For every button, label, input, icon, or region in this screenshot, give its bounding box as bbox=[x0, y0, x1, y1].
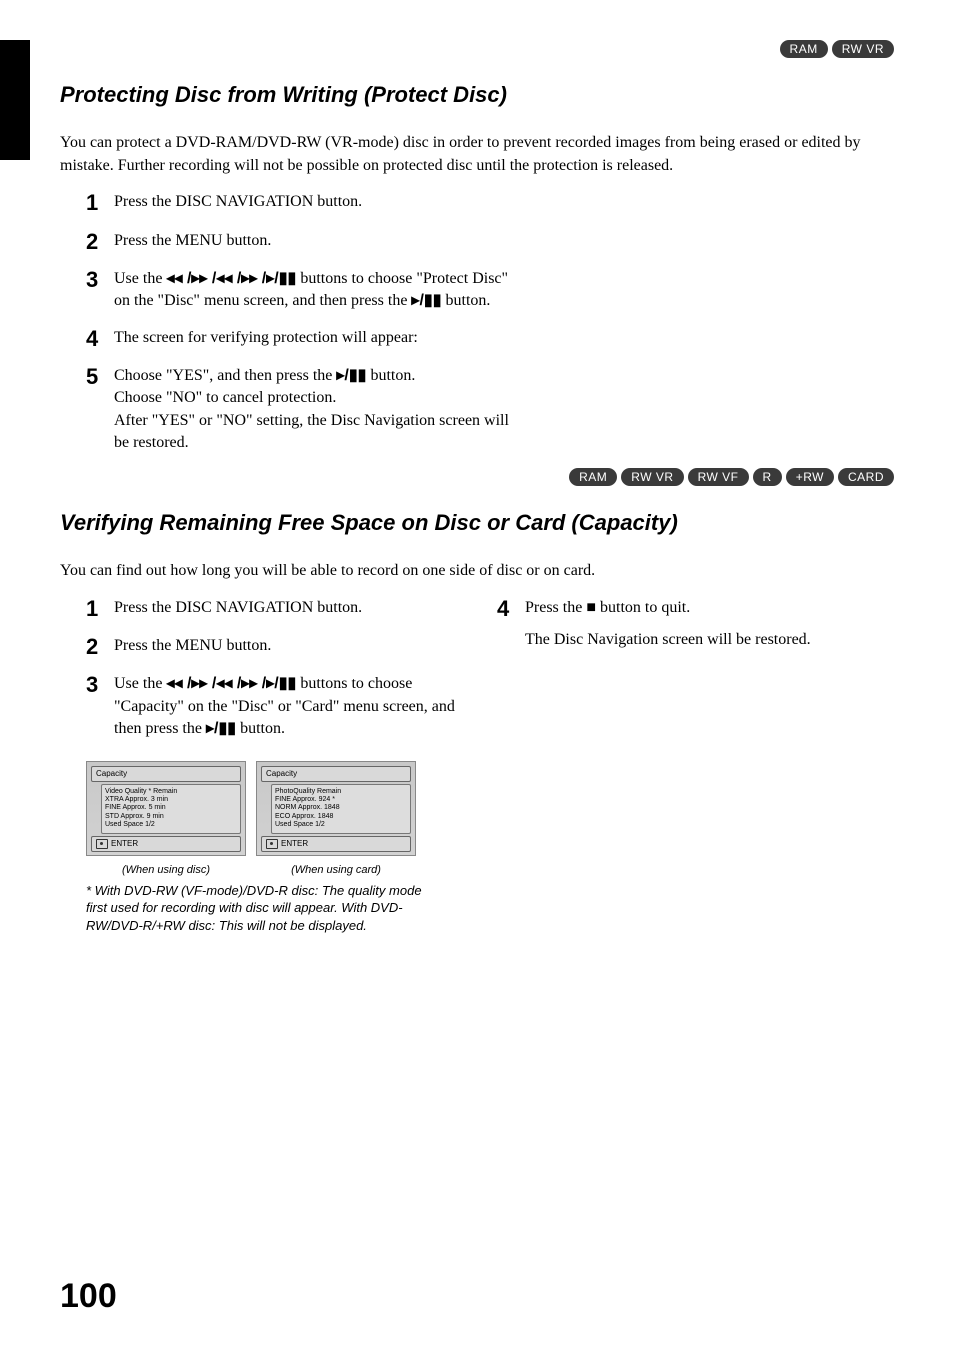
s2-step-2: 2 Press the MENU button. bbox=[86, 635, 457, 659]
mock1-label: (When using disc) bbox=[86, 864, 246, 876]
step-5c: Choose "NO" to cancel protection. bbox=[114, 389, 336, 406]
s2-step-num-3: 3 bbox=[86, 673, 114, 740]
nav-buttons-icon-2: ◂◂ /▸▸ /◂◂ /▸▸ /▸/▮▮ bbox=[166, 675, 296, 692]
mock1-enter: ENTER bbox=[111, 839, 138, 848]
step-3-body: Use the ◂◂ /▸▸ /◂◂ /▸▸ /▸/▮▮ buttons to … bbox=[114, 268, 516, 313]
caption-left: * With DVD-RW (VF-mode)/DVD-R disc: The … bbox=[86, 882, 446, 935]
badges-mid: RAM RW VR RW VF R +RW CARD bbox=[60, 468, 894, 486]
step-3c: button. bbox=[442, 292, 491, 309]
s2-step-4a: Press the bbox=[525, 599, 586, 616]
badge-r: R bbox=[753, 468, 782, 486]
s2-step-1: 1 Press the DISC NAVIGATION button. bbox=[86, 597, 457, 621]
stop-icon: ■ bbox=[586, 599, 596, 616]
section2-title: Verifying Remaining Free Space on Disc o… bbox=[60, 510, 894, 536]
mock-screens: Capacity Video Quality * Remain XTRA App… bbox=[86, 761, 457, 856]
badge-ram: RAM bbox=[780, 40, 828, 58]
step-2-body: Press the MENU button. bbox=[114, 230, 516, 254]
mock2-title: Capacity bbox=[261, 766, 411, 782]
s2-step-3: 3 Use the ◂◂ /▸▸ /◂◂ /▸▸ /▸/▮▮ buttons t… bbox=[86, 673, 457, 740]
rec-icon bbox=[96, 839, 108, 849]
badge-card: CARD bbox=[838, 468, 894, 486]
section-tab bbox=[0, 40, 30, 160]
mock2-label: (When using card) bbox=[256, 864, 416, 876]
step-3: 3 Use the ◂◂ /▸▸ /◂◂ /▸▸ /▸/▮▮ buttons t… bbox=[86, 268, 516, 313]
step-5: 5 Choose "YES", and then press the ▸/▮▮ … bbox=[86, 365, 516, 455]
step-num-3: 3 bbox=[86, 268, 114, 313]
step-5b: button. bbox=[366, 367, 415, 384]
step-1-body: Press the DISC NAVIGATION button. bbox=[114, 191, 516, 215]
mock1-bar: ENTER bbox=[91, 836, 241, 852]
badge-rwvf: RW VF bbox=[688, 468, 749, 486]
s2-step-2-body: Press the MENU button. bbox=[114, 635, 457, 659]
section1-title: Protecting Disc from Writing (Protect Di… bbox=[60, 82, 894, 108]
mock2-enter: ENTER bbox=[281, 839, 308, 848]
step-num-2: 2 bbox=[86, 230, 114, 254]
badge-rwvr: RW VR bbox=[832, 40, 894, 58]
badge-plusrw: +RW bbox=[786, 468, 834, 486]
playpause-icon: ▸/▮▮ bbox=[411, 292, 441, 309]
playpause-icon-3: ▸/▮▮ bbox=[206, 720, 236, 737]
step-2: 2 Press the MENU button. bbox=[86, 230, 516, 254]
step-5a: Choose "YES", and then press the bbox=[114, 367, 336, 384]
section2-intro: You can find out how long you will be ab… bbox=[60, 560, 894, 583]
badges-top: RAM RW VR bbox=[60, 40, 894, 58]
s2-step-1-body: Press the DISC NAVIGATION button. bbox=[114, 597, 457, 621]
step-1: 1 Press the DISC NAVIGATION button. bbox=[86, 191, 516, 215]
s2-step-3c: button. bbox=[236, 720, 285, 737]
s2-step-4b: button to quit. bbox=[596, 599, 690, 616]
s2-step-3-body: Use the ◂◂ /▸▸ /◂◂ /▸▸ /▸/▮▮ buttons to … bbox=[114, 673, 457, 740]
mock2-content: PhotoQuality Remain FINE Approx. 924 * N… bbox=[271, 784, 411, 834]
step-5-body: Choose "YES", and then press the ▸/▮▮ bu… bbox=[114, 365, 516, 455]
s2-step-num-2: 2 bbox=[86, 635, 114, 659]
badge-rwvr-2: RW VR bbox=[621, 468, 683, 486]
step-4-body: The screen for verifying protection will… bbox=[114, 327, 516, 351]
mock2-bar: ENTER bbox=[261, 836, 411, 852]
s2-step-4: 4 Press the ■ button to quit. The Disc N… bbox=[497, 597, 894, 652]
page-number: 100 bbox=[60, 1277, 117, 1316]
mock-card: Capacity PhotoQuality Remain FINE Approx… bbox=[256, 761, 416, 856]
section1-intro: You can protect a DVD-RAM/DVD-RW (VR-mod… bbox=[60, 132, 894, 177]
s2-step-4-body: Press the ■ button to quit. The Disc Nav… bbox=[525, 597, 894, 652]
step-num-5: 5 bbox=[86, 365, 114, 455]
playpause-icon-2: ▸/▮▮ bbox=[336, 367, 366, 384]
step-num-4: 4 bbox=[86, 327, 114, 351]
step-5d: After "YES" or "NO" setting, the Disc Na… bbox=[114, 412, 509, 451]
nav-buttons-icon: ◂◂ /▸▸ /◂◂ /▸▸ /▸/▮▮ bbox=[166, 270, 296, 287]
step-3a: Use the bbox=[114, 270, 166, 287]
mock1-content: Video Quality * Remain XTRA Approx. 3 mi… bbox=[101, 784, 241, 834]
step-4: 4 The screen for verifying protection wi… bbox=[86, 327, 516, 351]
mock-disc: Capacity Video Quality * Remain XTRA App… bbox=[86, 761, 246, 856]
mock1-title: Capacity bbox=[91, 766, 241, 782]
rec-icon-2 bbox=[266, 839, 278, 849]
s2-step-num-1: 1 bbox=[86, 597, 114, 621]
s2-step-4c: The Disc Navigation screen will be resto… bbox=[525, 631, 811, 648]
s2-step-num-4: 4 bbox=[497, 597, 525, 652]
badge-ram-2: RAM bbox=[569, 468, 617, 486]
step-num-1: 1 bbox=[86, 191, 114, 215]
s2-step-3a: Use the bbox=[114, 675, 166, 692]
